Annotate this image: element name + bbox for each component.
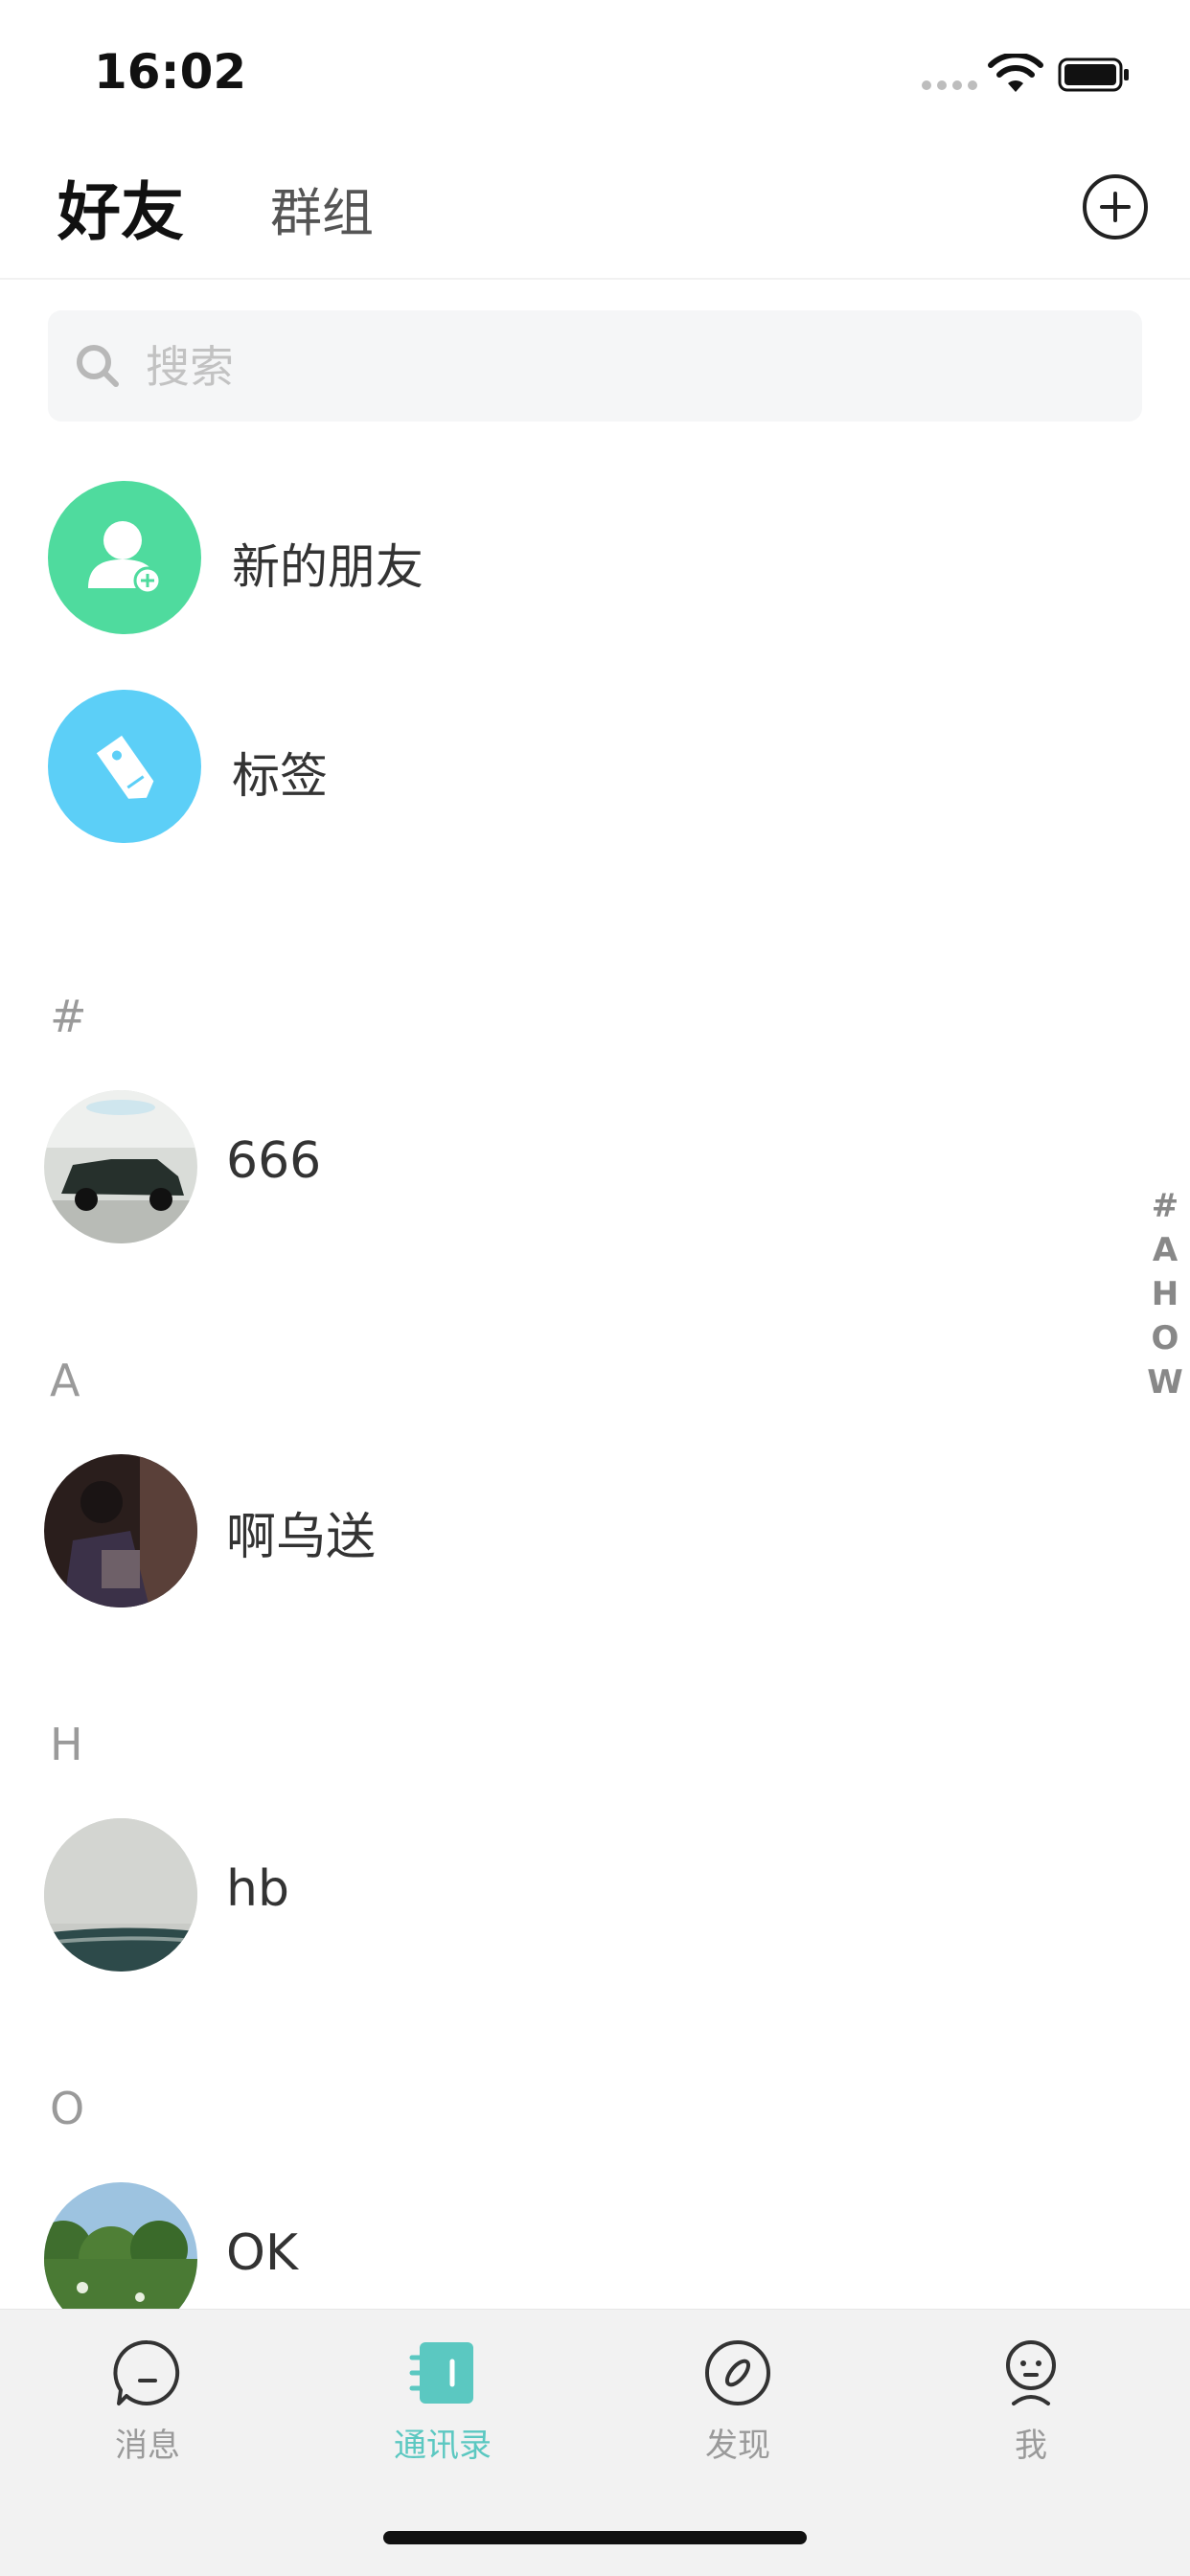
index-letter[interactable]: H: [1152, 1272, 1179, 1316]
section-header-hash: #: [50, 991, 87, 1042]
battery-icon: [1058, 57, 1129, 92]
alphabet-index[interactable]: # A H O W: [1146, 1184, 1184, 1404]
avatar: [44, 1454, 197, 1607]
message-icon: [113, 2339, 180, 2405]
tags-row[interactable]: 标签: [48, 690, 1102, 843]
index-letter[interactable]: #: [1152, 1184, 1179, 1228]
new-friends-row[interactable]: 新的朋友: [48, 481, 1102, 634]
status-time: 16:02: [94, 44, 247, 100]
index-letter[interactable]: W: [1147, 1360, 1183, 1404]
tab-messages[interactable]: 消息: [52, 2337, 243, 2490]
tab-messages-label: 消息: [115, 2427, 180, 2465]
status-bar: 16:02: [0, 0, 1190, 144]
signal-icon: [922, 80, 977, 90]
contact-row[interactable]: hb: [44, 1818, 1098, 1972]
contact-row[interactable]: 啊乌送: [44, 1454, 1098, 1607]
avatar: [44, 1090, 197, 1243]
contacts-icon: [409, 2342, 473, 2404]
search-bar[interactable]: [48, 310, 1142, 423]
tab-contacts-label: 通讯录: [394, 2427, 492, 2465]
tab-me-label: 我: [1015, 2427, 1047, 2465]
avatar: [44, 1818, 197, 1972]
section-header-o: O: [50, 2083, 85, 2134]
add-person-icon: [48, 481, 201, 634]
section-header-h: H: [50, 1719, 83, 1770]
tags-label: 标签: [232, 748, 328, 804]
wifi-icon: [988, 54, 1043, 92]
contact-name: OK: [226, 2224, 299, 2282]
tab-discover[interactable]: 发现: [642, 2337, 834, 2490]
contact-name: 666: [226, 1132, 322, 1190]
tab-me[interactable]: 我: [935, 2337, 1127, 2490]
home-indicator: [383, 2531, 807, 2544]
section-header-a: A: [50, 1355, 80, 1406]
tab-contacts[interactable]: 通讯录: [347, 2337, 538, 2490]
index-letter[interactable]: A: [1153, 1228, 1178, 1272]
header: 好友 群组: [0, 144, 1190, 280]
tab-groups[interactable]: 群组: [270, 171, 374, 246]
profile-icon: [1006, 2340, 1056, 2405]
tab-discover-label: 发现: [705, 2427, 770, 2465]
index-letter[interactable]: O: [1152, 1316, 1179, 1360]
search-input[interactable]: [144, 310, 1106, 423]
add-button[interactable]: [1081, 172, 1150, 241]
compass-icon: [705, 2340, 770, 2405]
contact-name: hb: [226, 1860, 289, 1918]
contact-name: 啊乌送: [226, 1509, 377, 1566]
tag-icon: [48, 690, 201, 843]
new-friends-label: 新的朋友: [232, 539, 423, 595]
contact-row[interactable]: 666: [44, 1090, 1098, 1243]
tab-friends[interactable]: 好友: [57, 161, 184, 253]
search-icon: [77, 345, 119, 387]
